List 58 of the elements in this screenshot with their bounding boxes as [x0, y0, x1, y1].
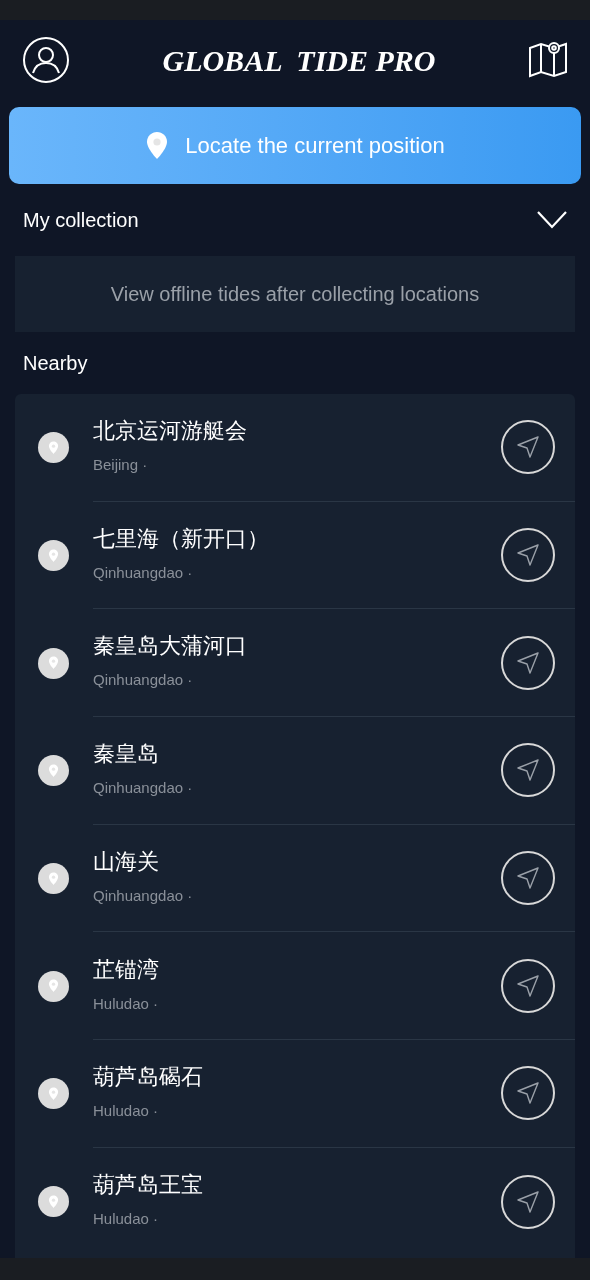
location-region: Huludao ·: [93, 1101, 160, 1122]
collection-title: My collection: [23, 208, 139, 233]
location-pin-icon: [48, 763, 59, 778]
location-pin-icon: [145, 130, 170, 161]
navigate-button[interactable]: [501, 851, 555, 906]
empty-collection-message: View offline tides after collecting locations: [110, 282, 480, 307]
location-pin-icon: [48, 871, 59, 886]
navigation-arrow-icon: [516, 435, 540, 460]
navigate-button[interactable]: [501, 1174, 555, 1229]
location-pin-icon: [48, 1194, 59, 1209]
navigate-button[interactable]: [501, 743, 555, 798]
navigation-arrow-icon: [516, 758, 540, 783]
location-row[interactable]: 葫芦岛碣石 Huludao ·: [15, 1040, 575, 1148]
navigate-button[interactable]: [501, 1066, 555, 1121]
location-row[interactable]: 葫芦岛王宝 Huludao ·: [15, 1147, 575, 1256]
user-icon: [22, 36, 70, 84]
location-name: 北京运河游艇会: [93, 418, 248, 445]
location-name: 葫芦岛王宝: [93, 1172, 204, 1199]
location-name: 秦皇岛: [93, 741, 160, 768]
location-pin-icon: [48, 548, 59, 563]
location-row[interactable]: 山海关 Qinhuangdao ·: [15, 824, 575, 933]
location-pin-icon: [48, 1086, 59, 1101]
location-name: 秦皇岛大蒲河口: [93, 633, 248, 660]
navigate-button[interactable]: [501, 958, 555, 1013]
navigation-arrow-icon: [516, 650, 540, 675]
location-name: 葫芦岛碣石: [93, 1064, 204, 1091]
profile-button[interactable]: [22, 36, 70, 84]
map-button[interactable]: [528, 40, 568, 80]
location-name: 七里海（新开口）: [93, 525, 270, 552]
location-name: 山海关: [93, 848, 160, 875]
location-region: Huludao ·: [93, 993, 160, 1014]
location-region: Huludao ·: [93, 1209, 160, 1230]
location-row[interactable]: 七里海（新开口） Qinhuangdao ·: [15, 501, 575, 610]
map-icon: [528, 40, 568, 80]
navigation-arrow-icon: [516, 1081, 540, 1106]
location-row[interactable]: 秦皇岛 Qinhuangdao ·: [15, 717, 575, 825]
navigate-button[interactable]: [501, 635, 555, 690]
location-region: Beijing ·: [93, 455, 149, 476]
location-name: 芷锚湾: [93, 956, 160, 983]
location-pin-icon: [48, 979, 59, 994]
location-row[interactable]: 北京运河游艇会 Beijing ·: [15, 394, 575, 502]
navigation-arrow-icon: [516, 866, 540, 891]
location-region: Qinhuangdao ·: [93, 885, 194, 906]
location-region: Qinhuangdao ·: [93, 778, 194, 799]
navigate-button[interactable]: [501, 420, 555, 475]
nearby-title: Nearby: [23, 351, 88, 376]
location-pin-icon: [48, 656, 59, 671]
app-title: GLOBAL TIDE PRO: [162, 42, 436, 79]
location-row[interactable]: 秦皇岛大蒲河口 Qinhuangdao ·: [15, 609, 575, 718]
navigation-arrow-icon: [516, 1189, 540, 1214]
location-row[interactable]: 芷锚湾 Huludao ·: [15, 932, 575, 1041]
navigation-arrow-icon: [516, 543, 540, 568]
navigation-arrow-icon: [516, 973, 540, 998]
location-region: Qinhuangdao ·: [93, 670, 194, 691]
chevron-down-icon[interactable]: [537, 211, 567, 229]
navigate-button[interactable]: [501, 528, 555, 583]
location-pin-icon: [48, 440, 59, 455]
location-region: Qinhuangdao ·: [93, 562, 194, 583]
